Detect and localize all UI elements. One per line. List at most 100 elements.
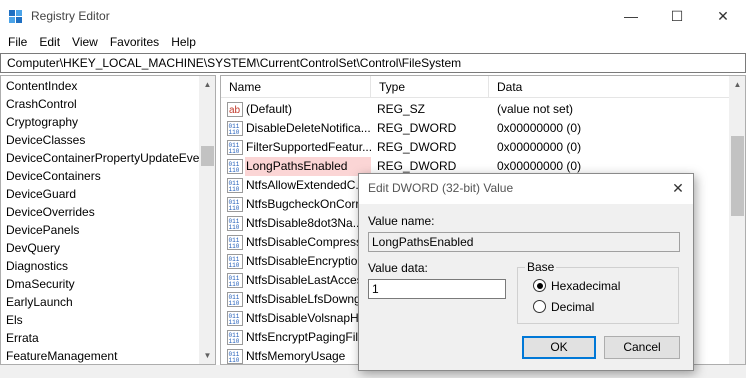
value-data-cell: 0x00000000 (0) xyxy=(497,121,582,135)
menu-favorites[interactable]: Favorites xyxy=(104,35,165,49)
hexadecimal-radio[interactable] xyxy=(533,279,546,292)
value-type-cell: REG_SZ xyxy=(377,102,426,116)
menu-help[interactable]: Help xyxy=(165,35,202,49)
svg-text:110: 110 xyxy=(229,281,240,288)
tree-item[interactable]: CrashControl xyxy=(6,95,77,113)
svg-text:110: 110 xyxy=(229,319,240,326)
registry-editor-icon xyxy=(9,10,22,23)
value-type-cell: REG_DWORD xyxy=(377,121,457,135)
binary-value-icon: 011110 xyxy=(227,292,243,307)
value-name-cell: (Default) xyxy=(246,102,293,116)
scroll-up-arrow-icon[interactable]: ▲ xyxy=(199,76,215,93)
value-name-cell: NtfsDisableLastAcces... xyxy=(246,273,371,287)
tree-item[interactable]: EarlyLaunch xyxy=(6,293,73,311)
tree-item[interactable]: DeviceGuard xyxy=(6,185,76,203)
hexadecimal-label[interactable]: Hexadecimal xyxy=(551,279,620,293)
decimal-radio[interactable] xyxy=(533,300,546,313)
value-data-input[interactable]: 1 xyxy=(368,279,506,299)
svg-text:110: 110 xyxy=(229,205,240,212)
svg-text:110: 110 xyxy=(229,129,240,136)
binary-value-icon: 011110 xyxy=(227,235,243,250)
binary-value-icon: 011110 xyxy=(227,159,243,174)
table-row[interactable]: 011 110 DisableDeleteNotifica... REG_DWORD 0… xyxy=(221,119,731,138)
value-name-cell: NtfsMemoryUsage xyxy=(246,349,346,363)
column-name-header[interactable]: Name xyxy=(221,76,371,98)
value-data-cell: 0x00000000 (0) xyxy=(497,140,582,154)
tree-item[interactable]: DevicePanels xyxy=(6,221,79,239)
maximize-button[interactable]: ☐ xyxy=(654,0,700,32)
svg-text:110: 110 xyxy=(229,338,240,345)
binary-value-icon: 011110 xyxy=(227,140,243,155)
base-label: Base xyxy=(525,260,557,274)
tree-item[interactable]: FeatureManagement xyxy=(6,347,117,364)
scroll-up-arrow-icon[interactable]: ▲ xyxy=(729,76,745,93)
registry-tree[interactable]: ContentIndex CrashControl Cryptography D… xyxy=(0,75,216,365)
value-name-cell: FilterSupportedFeatur... xyxy=(246,140,371,154)
decimal-label[interactable]: Decimal xyxy=(551,300,594,314)
value-data-label: Value data: xyxy=(368,261,428,275)
menu-view[interactable]: View xyxy=(66,35,104,49)
dialog-body: Value name: LongPathsEnabled Value data:… xyxy=(359,204,693,370)
address-bar[interactable]: Computer\HKEY_LOCAL_MACHINE\SYSTEM\Curre… xyxy=(0,53,746,73)
tree-item[interactable]: ContentIndex xyxy=(6,77,77,95)
svg-text:ab: ab xyxy=(229,105,241,116)
window-title: Registry Editor xyxy=(31,9,110,23)
value-name-field: LongPathsEnabled xyxy=(368,232,680,252)
svg-text:110: 110 xyxy=(229,148,240,155)
tree-item[interactable]: Els xyxy=(6,311,23,329)
binary-value-icon: 011110 xyxy=(227,330,243,345)
table-row[interactable]: ab (Default) REG_SZ (value not set) xyxy=(221,100,731,119)
dialog-title: Edit DWORD (32-bit) Value xyxy=(368,181,514,195)
value-name-cell: NtfsDisable8dot3Na... xyxy=(246,216,363,230)
value-type-cell: REG_DWORD xyxy=(377,140,457,154)
value-name-cell: LongPathsEnabled xyxy=(245,157,371,176)
svg-text:110: 110 xyxy=(229,262,240,269)
binary-value-icon: 011110 xyxy=(227,216,243,231)
cancel-button[interactable]: Cancel xyxy=(604,336,680,359)
column-data-header[interactable]: Data xyxy=(489,76,731,98)
scroll-down-arrow-icon[interactable]: ▼ xyxy=(199,347,215,364)
binary-value-icon: 011110 xyxy=(227,178,243,193)
close-button[interactable]: ✕ xyxy=(700,0,746,32)
value-name-label: Value name: xyxy=(368,214,435,228)
tree-item[interactable]: Cryptography xyxy=(6,113,78,131)
dialog-close-button[interactable]: ✕ xyxy=(663,176,693,200)
value-name-cell: NtfsAllowExtendedC... xyxy=(246,178,366,192)
svg-text:110: 110 xyxy=(229,357,240,364)
binary-value-icon: 011110 xyxy=(227,349,243,364)
menu-edit[interactable]: Edit xyxy=(33,35,66,49)
tree-item[interactable]: Diagnostics xyxy=(6,257,68,275)
value-name-cell: NtfsDisableLfsDowng xyxy=(246,292,361,306)
scroll-thumb[interactable] xyxy=(731,136,744,216)
tree-item[interactable]: DeviceClasses xyxy=(6,131,85,149)
value-name-cell: DisableDeleteNotifica... xyxy=(246,121,371,135)
value-data-cell: (value not set) xyxy=(497,102,574,116)
svg-text:110: 110 xyxy=(229,243,240,250)
binary-value-icon: 011110 xyxy=(227,254,243,269)
title-bar: Registry Editor — ☐ ✕ xyxy=(0,0,746,32)
binary-value-icon: 011110 xyxy=(227,273,243,288)
minimize-button[interactable]: — xyxy=(608,0,654,32)
svg-text:110: 110 xyxy=(229,167,240,174)
tree-item[interactable]: DeviceOverrides xyxy=(6,203,95,221)
base-groupbox xyxy=(517,267,679,324)
tree-item[interactable]: DeviceContainerPropertyUpdateEver xyxy=(6,149,203,167)
column-type-header[interactable]: Type xyxy=(371,76,489,98)
table-row[interactable]: 011 110 FilterSupportedFeatur... REG_DWORD 0… xyxy=(221,138,731,157)
edit-dword-dialog: Edit DWORD (32-bit) Value ✕ Value name: … xyxy=(358,173,694,371)
menu-bar: File Edit View Favorites Help xyxy=(0,32,746,52)
ok-button[interactable]: OK xyxy=(522,336,596,359)
tree-item[interactable]: DeviceContainers xyxy=(6,167,101,185)
binary-value-icon: 011110 xyxy=(227,121,243,136)
tree-item[interactable]: DevQuery xyxy=(6,239,60,257)
tree-item[interactable]: Errata xyxy=(6,329,39,347)
binary-value-icon: 011110 xyxy=(227,197,243,212)
menu-file[interactable]: File xyxy=(2,35,33,49)
svg-text:110: 110 xyxy=(229,186,240,193)
list-scrollbar[interactable]: ▲ xyxy=(729,76,745,364)
tree-scrollbar[interactable]: ▲ ▼ xyxy=(199,76,215,364)
scroll-thumb[interactable] xyxy=(201,146,214,166)
tree-item[interactable]: DmaSecurity xyxy=(6,275,75,293)
value-name-cell: NtfsDisableCompress xyxy=(246,235,363,249)
string-value-icon: ab xyxy=(227,102,243,117)
